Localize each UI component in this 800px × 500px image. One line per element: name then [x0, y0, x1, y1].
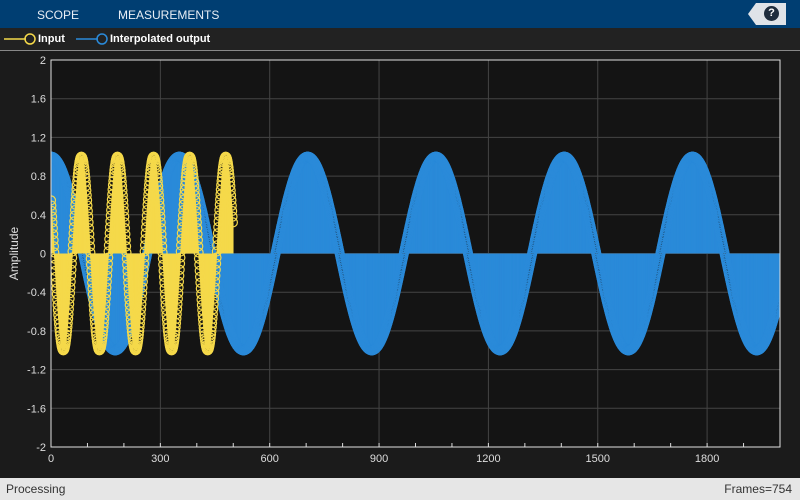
- legend-label: Input: [38, 33, 65, 45]
- y-tick-label: -1.6: [27, 403, 46, 415]
- y-tick-label: -2: [36, 442, 46, 454]
- input-line-marker-icon: [4, 33, 36, 45]
- tab-scope[interactable]: SCOPE: [37, 8, 79, 22]
- y-tick-label: 0: [40, 249, 46, 261]
- legend-item-interpolated-output[interactable]: Interpolated output: [76, 32, 210, 46]
- y-axis-label: Amplitude: [7, 227, 21, 281]
- y-tick-label: 2: [40, 55, 46, 67]
- x-tick-label: 600: [261, 453, 279, 465]
- legend-item-input[interactable]: Input: [4, 32, 65, 46]
- legend: Input Interpolated output: [0, 28, 800, 51]
- x-tick-label: 1200: [476, 453, 500, 465]
- plot-panel: 0 300 600 900 1200 1500 1800 -2 -1.6 -1.2 -0.8 -0.4…: [0, 51, 800, 478]
- x-tick-label: 900: [370, 453, 388, 465]
- y-tick-label: 0.4: [31, 210, 46, 222]
- tab-measurements[interactable]: MEASUREMENTS: [118, 8, 219, 22]
- output-line-marker-icon: [76, 33, 108, 45]
- y-tick-label: 1.2: [31, 132, 46, 144]
- y-tick-label: 0.8: [31, 171, 46, 183]
- y-tick-label: 1.6: [31, 94, 46, 106]
- x-tick-label: 1500: [586, 453, 610, 465]
- x-tick-label: 300: [151, 453, 169, 465]
- legend-label: Interpolated output: [110, 33, 211, 45]
- x-tick-label: 0: [48, 453, 54, 465]
- y-tick-label: -1.2: [27, 365, 46, 377]
- y-tick-label: -0.4: [27, 287, 46, 299]
- stem-chart[interactable]: 0 300 600 900 1200 1500 1800 -2 -1.6 -1.2 -0.8 -0.4…: [0, 51, 800, 478]
- toolstrip: SCOPE MEASUREMENTS ?: [0, 0, 800, 28]
- y-tick-label: -0.8: [27, 326, 46, 338]
- x-tick-label: 1800: [695, 453, 719, 465]
- help-button[interactable]: ?: [748, 3, 786, 25]
- help-icon: ?: [764, 6, 779, 21]
